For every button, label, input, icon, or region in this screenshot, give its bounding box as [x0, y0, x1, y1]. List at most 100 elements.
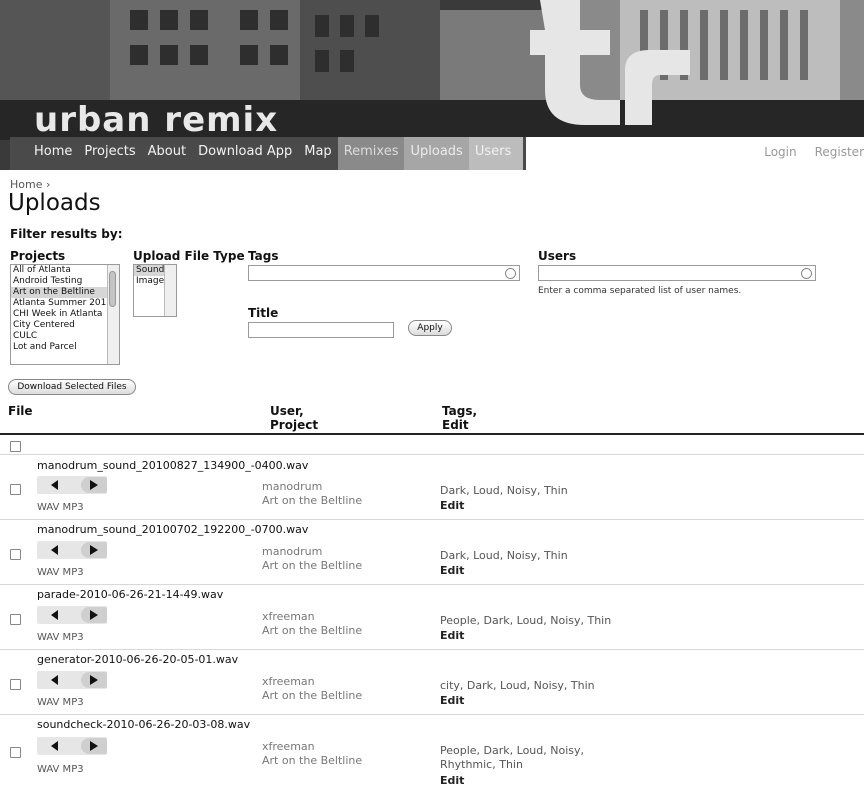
project-option[interactable]: CULC [11, 331, 119, 342]
project-option[interactable]: City Centered [11, 320, 119, 331]
play-icon [90, 741, 98, 751]
col-edit: Edit [442, 418, 469, 432]
play-button[interactable] [81, 607, 107, 623]
tag-list[interactable]: Dark, Loud, Noisy, Thin [440, 549, 568, 563]
edit-link[interactable]: Edit [440, 774, 464, 787]
play-button[interactable] [81, 477, 107, 493]
project-option[interactable]: Android Testing [11, 276, 119, 287]
play-icon [90, 480, 98, 490]
tag-list[interactable]: People, Dark, Loud, Noisy, Thin [440, 614, 611, 628]
user-name[interactable]: manodrum [262, 545, 322, 559]
edit-link[interactable]: Edit [440, 694, 464, 707]
row-checkbox[interactable] [10, 549, 21, 560]
nav-about[interactable]: About [142, 137, 192, 170]
file-name: soundcheck-2010-06-26-20-03-08.wav [37, 718, 251, 731]
projects-listbox[interactable]: All of Atlanta Android Testing Art on th… [10, 264, 120, 365]
filetype-scrollbar[interactable] [164, 265, 176, 316]
project-option[interactable]: Atlanta Summer 2010 [11, 298, 119, 309]
edit-link[interactable]: Edit [440, 629, 464, 642]
search-icon [801, 268, 812, 279]
format-links[interactable]: WAV MP3 [37, 567, 84, 578]
filetype-label: Upload File Type [133, 249, 245, 263]
header-divider [0, 433, 864, 435]
project-option[interactable]: All of Atlanta [11, 265, 119, 276]
col-user: User, [270, 404, 304, 418]
tag-list[interactable]: Dark, Loud, Noisy, Thin [440, 484, 568, 498]
play-icon [90, 545, 98, 555]
search-icon [505, 268, 516, 279]
user-name[interactable]: xfreeman [262, 675, 315, 689]
nav-map[interactable]: Map [298, 137, 337, 170]
edit-link[interactable]: Edit [440, 499, 464, 512]
row-divider [0, 584, 864, 585]
rewind-icon[interactable] [51, 610, 58, 620]
nav-remixes[interactable]: Remixes [337, 137, 405, 170]
main-nav: Home Projects About Download App Map Rem… [10, 137, 864, 170]
rewind-icon[interactable] [51, 480, 58, 490]
project-name[interactable]: Art on the Beltline [262, 754, 362, 768]
audio-player [37, 737, 107, 755]
row-checkbox[interactable] [10, 747, 21, 758]
format-links[interactable]: WAV MP3 [37, 764, 84, 775]
user-name[interactable]: xfreeman [262, 740, 315, 754]
page-title: Uploads [8, 190, 101, 216]
project-option[interactable]: CHI Week in Atlanta [11, 309, 119, 320]
projects-scrollbar[interactable] [107, 265, 119, 364]
login-link[interactable]: Login [764, 137, 796, 170]
play-button[interactable] [81, 738, 107, 754]
file-name: parade-2010-06-26-21-14-49.wav [37, 588, 224, 601]
play-button[interactable] [81, 672, 107, 688]
users-search-input[interactable] [538, 265, 816, 281]
project-name[interactable]: Art on the Beltline [262, 689, 362, 703]
tags-search-input[interactable] [248, 265, 520, 281]
register-link[interactable]: Register [815, 137, 864, 170]
row-divider [0, 454, 864, 455]
project-option[interactable]: Lot and Parcel [11, 342, 119, 353]
select-all-checkbox[interactable] [10, 441, 21, 452]
format-links[interactable]: WAV MP3 [37, 502, 84, 513]
apply-button[interactable]: Apply [408, 320, 452, 336]
col-file: File [8, 404, 33, 418]
site-logo[interactable]: urban remix [34, 100, 278, 140]
user-name[interactable]: manodrum [262, 480, 322, 494]
play-button[interactable] [81, 542, 107, 558]
nav-projects[interactable]: Projects [78, 137, 141, 170]
row-checkbox[interactable] [10, 679, 21, 690]
row-checkbox[interactable] [10, 484, 21, 495]
project-option-selected[interactable]: Art on the Beltline [11, 287, 119, 298]
audio-player [37, 476, 107, 494]
nav-home[interactable]: Home [10, 137, 78, 170]
format-links[interactable]: WAV MP3 [37, 697, 84, 708]
play-icon [90, 675, 98, 685]
audio-player [37, 671, 107, 689]
users-label: Users [538, 249, 577, 263]
row-checkbox[interactable] [10, 614, 21, 625]
rewind-icon[interactable] [51, 545, 58, 555]
tag-list[interactable]: city, Dark, Loud, Noisy, Thin [440, 679, 595, 693]
site-header: urban remix Home Projects About Download… [0, 0, 864, 170]
rewind-icon[interactable] [51, 741, 58, 751]
title-input[interactable] [248, 322, 394, 338]
scroll-thumb[interactable] [109, 271, 116, 307]
tag-list[interactable]: People, Dark, Loud, Noisy, [440, 744, 584, 758]
title-label: Title [248, 306, 279, 320]
project-name[interactable]: Art on the Beltline [262, 624, 362, 638]
edit-link[interactable]: Edit [440, 564, 464, 577]
nav-uploads[interactable]: Uploads [404, 137, 469, 170]
nav-users[interactable]: Users [468, 137, 523, 170]
nav-download-app[interactable]: Download App [192, 137, 298, 170]
projects-label: Projects [10, 249, 66, 263]
format-links[interactable]: WAV MP3 [37, 632, 84, 643]
project-name[interactable]: Art on the Beltline [262, 559, 362, 573]
audio-player [37, 606, 107, 624]
row-divider [0, 519, 864, 520]
rewind-icon[interactable] [51, 675, 58, 685]
download-selected-button[interactable]: Download Selected Files [8, 379, 136, 395]
filetype-listbox[interactable]: Sound Image [133, 264, 177, 317]
project-name[interactable]: Art on the Beltline [262, 494, 362, 508]
filter-heading: Filter results by: [10, 227, 123, 241]
tag-list-cont[interactable]: Rhythmic, Thin [440, 758, 523, 772]
file-name: manodrum_sound_20100702_192200_-0700.wav [37, 523, 309, 536]
row-divider [0, 649, 864, 650]
user-name[interactable]: xfreeman [262, 610, 315, 624]
